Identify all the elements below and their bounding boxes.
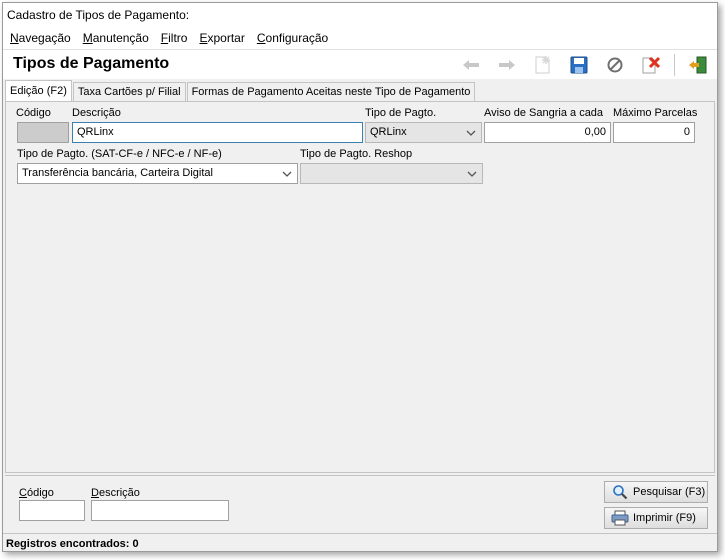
printer-icon: [611, 510, 629, 526]
search-descricao-label: Descrição: [91, 487, 140, 499]
delete-icon: [642, 56, 661, 74]
page-title: Tipos de Pagamento: [13, 55, 170, 72]
aviso-sangria-label: Aviso de Sangria a cada: [484, 107, 604, 119]
codigo-label: Código: [16, 107, 51, 119]
tipo-pagto-sat-select[interactable]: Transferência bancária, Carteira Digital: [17, 163, 298, 184]
menu-manutencao[interactable]: Manutenção: [78, 29, 156, 49]
arrow-right-icon: [499, 60, 515, 70]
chevron-down-icon: [466, 130, 476, 136]
chevron-down-icon: [467, 171, 477, 177]
imprimir-button[interactable]: Imprimir (F9): [604, 507, 708, 529]
menu-filtro[interactable]: Filtro: [156, 29, 195, 49]
tab-formas-pagamento[interactable]: Formas de Pagamento Aceitas neste Tipo d…: [186, 82, 476, 102]
toolbar: [448, 53, 711, 77]
cancel-button[interactable]: [602, 53, 628, 77]
maximo-parcelas-label: Máximo Parcelas: [613, 107, 698, 119]
toolbar-separator: [674, 54, 675, 76]
arrow-left-icon: [463, 60, 479, 70]
pesquisar-label: Pesquisar (F3): [633, 486, 706, 498]
tab-strip: Edição (F2) Taxa Cartões p/ Filial Forma…: [5, 80, 476, 102]
search-descricao-field[interactable]: [91, 500, 229, 521]
status-bar: Registros encontrados: 0: [3, 533, 717, 551]
exit-button[interactable]: [685, 53, 711, 77]
cancel-icon: [607, 57, 623, 73]
search-codigo-field[interactable]: [19, 500, 85, 521]
pesquisar-button[interactable]: Pesquisar (F3): [604, 481, 708, 503]
tipo-pagto-sat-value: Transferência bancária, Carteira Digital: [22, 167, 213, 179]
exit-icon: [689, 56, 707, 74]
save-icon: [570, 56, 588, 74]
tipo-pagto-select[interactable]: QRLinx: [365, 122, 482, 143]
menu-navegacao[interactable]: Navegação: [5, 29, 78, 49]
save-button[interactable]: [566, 53, 592, 77]
previous-button[interactable]: [458, 53, 484, 77]
menu-exportar[interactable]: Exportar: [194, 29, 251, 49]
codigo-field[interactable]: [17, 122, 69, 143]
window-title: Cadastro de Tipos de Pagamento:: [7, 8, 190, 22]
tipo-pagto-value: QRLinx: [370, 126, 407, 138]
search-area: Código Descrição Pesquisar (F3) Imprimir…: [5, 475, 715, 531]
tipo-pagto-sat-label: Tipo de Pagto. (SAT-CF-e / NFC-e / NF-e): [17, 148, 222, 160]
tab-edicao[interactable]: Edição (F2): [5, 80, 72, 102]
imprimir-label: Imprimir (F9): [633, 512, 696, 524]
delete-button[interactable]: [638, 53, 664, 77]
window-title-bar: Cadastro de Tipos de Pagamento:: [3, 3, 717, 29]
page-header: Tipos de Pagamento: [3, 49, 717, 79]
descricao-field[interactable]: QRLinx: [72, 122, 363, 143]
records-found-text: Registros encontrados: 0: [6, 538, 139, 550]
aviso-sangria-field[interactable]: 0,00: [484, 122, 611, 143]
chevron-down-icon: [282, 171, 292, 177]
magnifier-icon: [611, 484, 629, 500]
new-record-button[interactable]: [530, 53, 556, 77]
tipo-pagto-reshop-label: Tipo de Pagto. Reshop: [300, 148, 413, 160]
search-codigo-label: Código: [19, 487, 54, 499]
tab-taxa-cartoes[interactable]: Taxa Cartões p/ Filial: [72, 82, 186, 102]
new-record-icon: [535, 56, 550, 74]
menu-bar: Navegação Manutenção Filtro Exportar Con…: [3, 29, 717, 49]
tipo-pagto-reshop-select[interactable]: [300, 163, 483, 184]
maximo-parcelas-field[interactable]: 0: [613, 122, 695, 143]
descricao-label: Descrição: [72, 107, 121, 119]
next-button[interactable]: [494, 53, 520, 77]
edit-panel: Código Descrição QRLinx Tipo de Pagto. Q…: [5, 101, 715, 473]
tipo-pagto-label: Tipo de Pagto.: [365, 107, 437, 119]
main-window: Cadastro de Tipos de Pagamento: Navegaçã…: [2, 2, 718, 552]
menu-configuracao[interactable]: Configuração: [252, 29, 335, 49]
